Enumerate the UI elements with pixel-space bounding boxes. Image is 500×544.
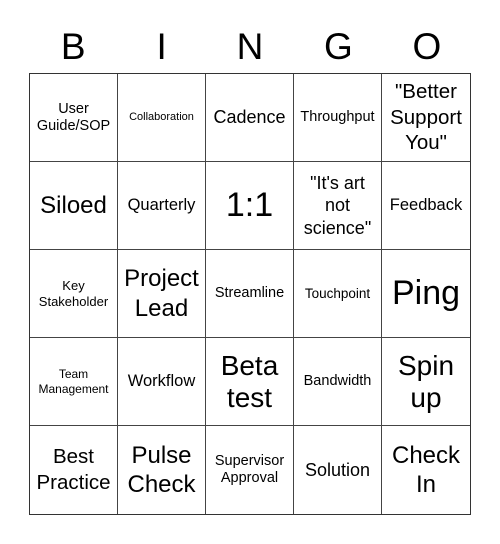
header-letter-i: I — [156, 26, 167, 67]
header-letter-g: G — [324, 26, 353, 67]
bingo-cell[interactable]: Ping — [382, 250, 470, 338]
bingo-cell[interactable]: Siloed — [30, 162, 118, 250]
bingo-cell[interactable]: "It's art not science" — [294, 162, 382, 250]
bingo-cell[interactable]: Cadence — [206, 74, 294, 162]
bingo-cell[interactable]: Bandwidth — [294, 338, 382, 426]
bingo-grid: User Guide/SOP Collaboration Cadence Thr… — [29, 73, 471, 515]
bingo-cell[interactable]: Quarterly — [118, 162, 206, 250]
header-letter-b: B — [60, 26, 86, 67]
bingo-cell[interactable]: Supervisor Approval — [206, 426, 294, 514]
header-letter-o: O — [412, 26, 442, 67]
bingo-cell[interactable]: Project Lead — [118, 250, 206, 338]
bingo-cell[interactable]: Solution — [294, 426, 382, 514]
bingo-cell[interactable]: User Guide/SOP — [30, 74, 118, 162]
bingo-cell[interactable]: Feedback — [382, 162, 470, 250]
bingo-cell[interactable]: Touchpoint — [294, 250, 382, 338]
header-letter-n: N — [236, 26, 264, 67]
bingo-cell[interactable]: Throughput — [294, 74, 382, 162]
bingo-cell[interactable]: "Better Support You" — [382, 74, 470, 162]
bingo-header: B I N G O — [29, 22, 471, 72]
bingo-cell[interactable]: Check In — [382, 426, 470, 514]
bingo-cell[interactable]: Collaboration — [118, 74, 206, 162]
bingo-cell[interactable]: Team Management — [30, 338, 118, 426]
bingo-cell[interactable]: Spin up — [382, 338, 470, 426]
bingo-cell[interactable]: Workflow — [118, 338, 206, 426]
bingo-cell[interactable]: Best Practice — [30, 426, 118, 514]
bingo-cell[interactable]: Pulse Check — [118, 426, 206, 514]
bingo-cell[interactable]: Beta test — [206, 338, 294, 426]
bingo-cell[interactable]: Streamline — [206, 250, 294, 338]
bingo-cell[interactable]: 1:1 — [206, 162, 294, 250]
bingo-cell[interactable]: Key Stakeholder — [30, 250, 118, 338]
